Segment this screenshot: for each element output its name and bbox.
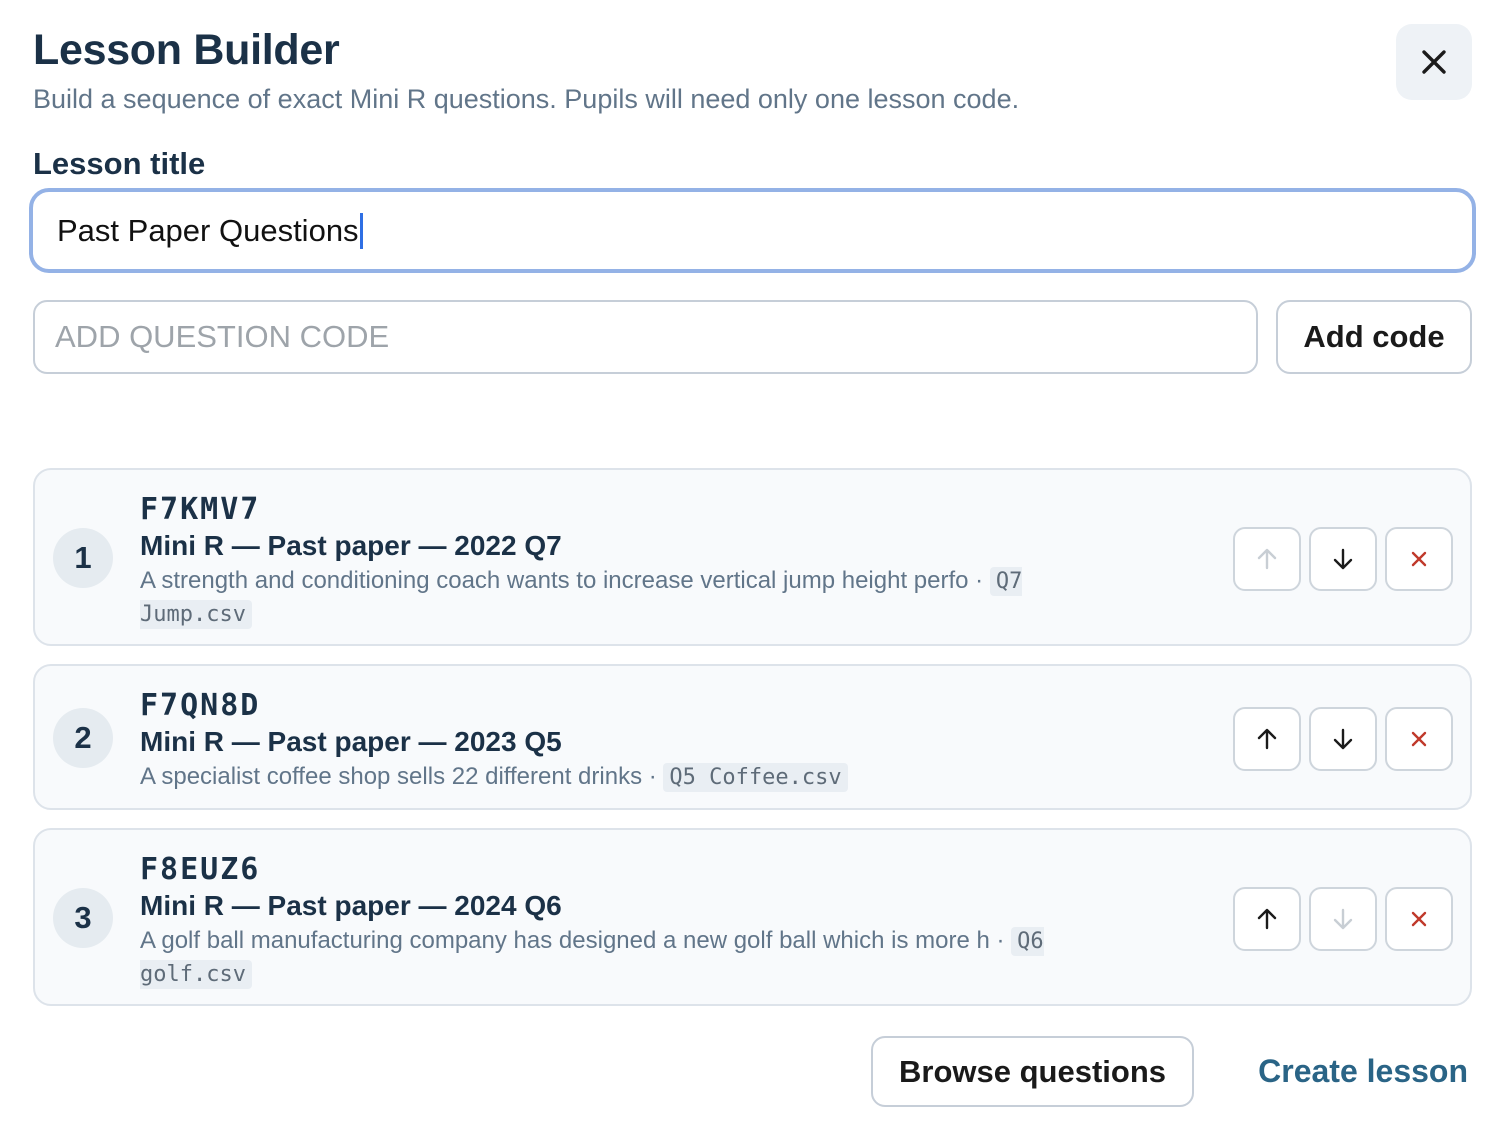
- remove-icon: [1411, 911, 1427, 927]
- remove-icon: [1411, 731, 1427, 747]
- lesson-title-value: Past Paper Questions: [57, 212, 359, 248]
- lesson-title-input[interactable]: Past Paper Questions: [29, 188, 1476, 273]
- create-lesson-button[interactable]: Create lesson: [1216, 1036, 1468, 1107]
- arrow-down-icon: [1333, 728, 1353, 750]
- arrow-up-icon: [1257, 728, 1277, 750]
- question-code: F7QN8D: [140, 688, 261, 723]
- separator-dot: ·: [989, 927, 1012, 954]
- arrow-down-icon: [1333, 548, 1353, 570]
- question-description-text: A golf ball manufacturing company has de…: [140, 927, 990, 954]
- move-up-button[interactable]: [1233, 887, 1301, 951]
- question-description: A golf ball manufacturing company has de…: [140, 925, 1100, 991]
- dataset-file: Q5 Coffee.csv: [663, 763, 848, 792]
- question-card: 3 F8EUZ6 Mini R — Past paper — 2024 Q6 A go…: [33, 828, 1472, 1006]
- question-number: 2: [53, 708, 113, 768]
- page-title: Lesson Builder: [33, 26, 340, 74]
- remove-icon: [1411, 551, 1427, 567]
- question-name: Mini R — Past paper — 2024 Q6: [140, 890, 562, 921]
- remove-question-button[interactable]: [1385, 887, 1453, 951]
- close-icon: [1422, 50, 1446, 74]
- arrow-down-icon: [1333, 908, 1353, 930]
- question-name: Mini R — Past paper — 2022 Q7: [140, 530, 562, 561]
- close-button[interactable]: [1396, 24, 1472, 100]
- question-description-text: A specialist coffee shop sells 22 differ…: [140, 763, 643, 790]
- question-description: A strength and conditioning coach wants …: [140, 565, 1100, 631]
- move-up-button: [1233, 527, 1301, 591]
- question-code-input[interactable]: [33, 300, 1258, 374]
- move-down-button: [1309, 887, 1377, 951]
- separator-dot: ·: [968, 567, 990, 594]
- move-down-button[interactable]: [1309, 527, 1377, 591]
- question-description: A specialist coffee shop sells 22 differ…: [140, 761, 1100, 794]
- question-description-text: A strength and conditioning coach wants …: [140, 567, 969, 594]
- browse-questions-button[interactable]: Browse questions: [871, 1036, 1194, 1107]
- move-up-button[interactable]: [1233, 707, 1301, 771]
- move-down-button[interactable]: [1309, 707, 1377, 771]
- lesson-title-label: Lesson title: [33, 146, 206, 181]
- question-number: 3: [53, 888, 113, 948]
- arrow-up-icon: [1257, 908, 1277, 930]
- remove-question-button[interactable]: [1385, 527, 1453, 591]
- question-card: 1 F7KMV7 Mini R — Past paper — 2022 Q7 A st…: [33, 468, 1472, 646]
- arrow-up-icon: [1257, 548, 1277, 570]
- text-cursor: [359, 212, 363, 249]
- page-subtitle: Build a sequence of exact Mini R questio…: [33, 84, 1020, 114]
- question-code: F8EUZ6: [140, 852, 261, 887]
- question-card: 2 F7QN8D Mini R — Past paper — 2023 Q5 A sp…: [33, 664, 1472, 810]
- add-code-button[interactable]: Add code: [1276, 300, 1472, 374]
- remove-question-button[interactable]: [1385, 707, 1453, 771]
- question-name: Mini R — Past paper — 2023 Q5: [140, 726, 562, 757]
- question-number: 1: [53, 528, 113, 588]
- separator-dot: ·: [642, 763, 664, 790]
- question-code: F7KMV7: [140, 492, 261, 527]
